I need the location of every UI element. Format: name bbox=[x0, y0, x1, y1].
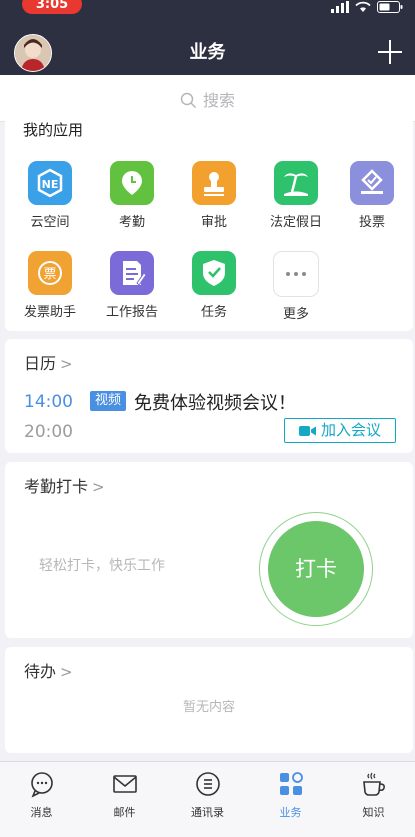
app-label: 工作报告 bbox=[105, 305, 158, 320]
chevron-right-icon: > bbox=[60, 663, 73, 681]
more-dots-icon bbox=[273, 251, 319, 297]
calendar-title: 日历 bbox=[24, 354, 57, 373]
tab-label: 消息 bbox=[30, 806, 53, 819]
app-task[interactable]: 任务 bbox=[173, 251, 255, 320]
video-camera-icon bbox=[298, 426, 316, 436]
tab-contacts[interactable]: 通讯录 bbox=[166, 770, 249, 820]
todo-card: 待办 > 暂无内容 bbox=[5, 647, 413, 753]
task-check-icon bbox=[192, 251, 236, 295]
todo-header[interactable]: 待办 > bbox=[24, 658, 73, 682]
vote-icon bbox=[350, 161, 394, 205]
video-badge: 视频 bbox=[90, 391, 127, 411]
mail-icon bbox=[111, 770, 139, 798]
app-label: 云空间 bbox=[30, 215, 70, 230]
app-label: 更多 bbox=[282, 307, 309, 322]
punch-in-button[interactable]: 打卡 bbox=[268, 521, 364, 617]
todo-empty-text: 暂无内容 bbox=[182, 700, 235, 715]
search-bar[interactable]: 搜索 bbox=[0, 75, 415, 122]
attendance-header[interactable]: 考勤打卡 > bbox=[24, 473, 105, 497]
svg-text:NE: NE bbox=[42, 178, 59, 191]
battery-icon bbox=[377, 1, 403, 13]
status-icons bbox=[331, 0, 403, 14]
app-label: 投票 bbox=[358, 215, 385, 230]
search-icon bbox=[180, 92, 197, 109]
attendance-clock-icon bbox=[110, 161, 154, 205]
search-input[interactable]: 搜索 bbox=[0, 87, 415, 111]
app-label: 审批 bbox=[200, 215, 227, 230]
tab-label: 业务 bbox=[279, 806, 302, 819]
attendance-card: 考勤打卡 > 轻松打卡，快乐工作 打卡 bbox=[5, 462, 413, 638]
tab-label: 知识 bbox=[362, 806, 385, 819]
tab-business[interactable]: 业务 bbox=[249, 770, 332, 820]
search-placeholder: 搜索 bbox=[202, 91, 235, 110]
invoice-icon: 票 bbox=[28, 251, 72, 295]
add-button[interactable] bbox=[378, 40, 402, 64]
nav-bar: 业务 bbox=[0, 18, 415, 75]
svg-text:票: 票 bbox=[43, 267, 56, 282]
work-report-icon bbox=[110, 251, 154, 295]
app-approval[interactable]: 审批 bbox=[173, 161, 255, 230]
business-grid-icon bbox=[277, 770, 305, 798]
app-vote[interactable]: 投票 bbox=[331, 161, 413, 230]
coffee-cup-icon bbox=[360, 770, 388, 798]
app-attendance[interactable]: 考勤 bbox=[91, 161, 173, 230]
tab-mail[interactable]: 邮件 bbox=[83, 770, 166, 820]
app-work-report[interactable]: 工作报告 bbox=[91, 251, 173, 320]
approval-stamp-icon bbox=[192, 161, 236, 205]
message-bubble-icon bbox=[28, 770, 56, 798]
app-holiday[interactable]: 法定假日 bbox=[255, 161, 337, 230]
app-label: 发票助手 bbox=[23, 305, 76, 320]
contacts-icon bbox=[194, 770, 222, 798]
my-apps-title: 我的应用 bbox=[23, 121, 84, 139]
join-meeting-button[interactable]: 加入会议 bbox=[284, 418, 396, 443]
event-title[interactable]: 免费体验视频会议！ bbox=[134, 389, 296, 415]
tab-label: 通讯录 bbox=[191, 806, 224, 819]
attendance-subtitle: 轻松打卡，快乐工作 bbox=[39, 558, 165, 574]
signal-icon bbox=[331, 1, 349, 13]
my-apps-section: 我的应用 NE 云空间 考勤 审批 法定假日 投票 票 发票助手 工作报告 任务… bbox=[5, 121, 413, 331]
app-more[interactable]: 更多 bbox=[255, 251, 337, 322]
join-meeting-label: 加入会议 bbox=[320, 421, 381, 439]
calendar-card: 日历 > 14:00 视频 免费体验视频会议！ 20:00 加入会议 bbox=[5, 339, 413, 453]
app-invoice[interactable]: 票 发票助手 bbox=[9, 251, 91, 320]
page-title: 业务 bbox=[189, 42, 226, 63]
status-time: 3:05 bbox=[22, 0, 82, 14]
event-start-time: 14:00 bbox=[24, 392, 73, 412]
chevron-right-icon: > bbox=[92, 478, 105, 496]
tab-label: 邮件 bbox=[113, 806, 136, 819]
wifi-icon bbox=[355, 1, 371, 12]
status-bar: 3:05 bbox=[0, 0, 415, 18]
app-label: 任务 bbox=[200, 305, 227, 320]
calendar-header[interactable]: 日历 > bbox=[24, 350, 73, 374]
tab-bar: 消息 邮件 通讯录 业务 知识 bbox=[0, 761, 415, 837]
todo-title: 待办 bbox=[24, 662, 57, 681]
tab-messages[interactable]: 消息 bbox=[0, 770, 83, 820]
cloud-space-icon: NE bbox=[28, 161, 72, 205]
holiday-palm-icon bbox=[274, 161, 318, 205]
event-end-time: 20:00 bbox=[24, 422, 73, 442]
tab-knowledge[interactable]: 知识 bbox=[332, 770, 415, 820]
attendance-title: 考勤打卡 bbox=[24, 477, 89, 496]
chevron-right-icon: > bbox=[60, 355, 73, 373]
app-cloud-space[interactable]: NE 云空间 bbox=[9, 161, 91, 230]
app-label: 法定假日 bbox=[269, 215, 322, 230]
app-label: 考勤 bbox=[118, 215, 145, 230]
